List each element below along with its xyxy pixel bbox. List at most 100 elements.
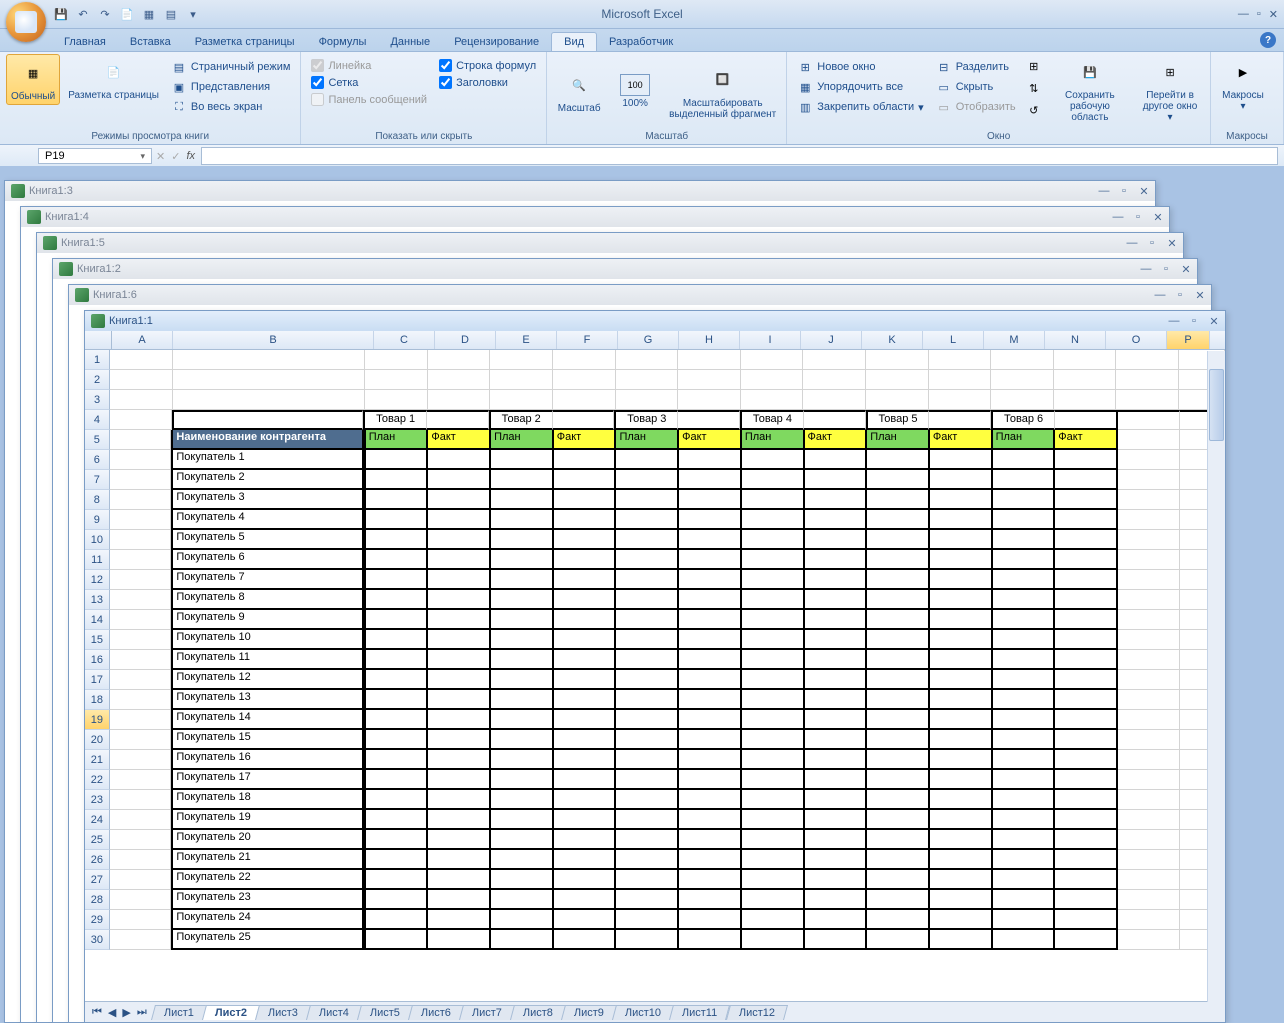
cell[interactable] xyxy=(867,570,930,590)
row-header[interactable]: 16 xyxy=(85,650,110,670)
cell[interactable] xyxy=(930,810,993,830)
column-header[interactable]: C xyxy=(374,331,435,349)
cell[interactable] xyxy=(866,390,929,410)
cell[interactable] xyxy=(110,390,173,410)
cell[interactable] xyxy=(1055,690,1118,710)
cell[interactable] xyxy=(1054,370,1117,390)
cell[interactable] xyxy=(110,590,172,610)
cell[interactable] xyxy=(1118,870,1180,890)
print-preview-icon[interactable]: ▤ xyxy=(162,5,180,23)
arrange-all-button[interactable]: ▦Упорядочить все xyxy=(793,78,927,96)
cell[interactable] xyxy=(491,530,554,550)
cell[interactable] xyxy=(1055,750,1118,770)
cell[interactable] xyxy=(805,490,868,510)
child-minimize-icon[interactable]: — xyxy=(1167,314,1181,328)
row-header[interactable]: 1 xyxy=(85,350,110,370)
cell[interactable] xyxy=(742,570,805,590)
cell[interactable] xyxy=(804,410,866,430)
ruler-checkbox[interactable]: Линейка xyxy=(307,58,431,73)
cell[interactable] xyxy=(110,710,172,730)
cell[interactable] xyxy=(428,630,491,650)
cell[interactable] xyxy=(428,750,491,770)
cell[interactable] xyxy=(1055,770,1118,790)
cell[interactable] xyxy=(679,770,742,790)
cell[interactable] xyxy=(364,750,429,770)
child-minimize-icon[interactable]: — xyxy=(1097,184,1111,198)
cell[interactable] xyxy=(554,870,617,890)
ribbon-tab[interactable]: Вставка xyxy=(118,33,183,51)
cell[interactable] xyxy=(1055,590,1118,610)
cell[interactable]: Покупатель 14 xyxy=(171,710,363,730)
cell[interactable] xyxy=(616,450,679,470)
cell[interactable] xyxy=(993,710,1056,730)
cell[interactable] xyxy=(742,690,805,710)
sheet-tab[interactable]: Лист2 xyxy=(202,1005,260,1020)
cell[interactable] xyxy=(805,750,868,770)
cell[interactable] xyxy=(929,390,992,410)
fx-enter-icon[interactable]: ✓ xyxy=(171,150,180,163)
cell[interactable] xyxy=(428,810,491,830)
cell[interactable] xyxy=(678,370,741,390)
cell[interactable] xyxy=(867,790,930,810)
cell[interactable] xyxy=(742,490,805,510)
cell[interactable] xyxy=(930,870,993,890)
cell[interactable] xyxy=(867,690,930,710)
row-header[interactable]: 4 xyxy=(85,410,110,430)
cell[interactable] xyxy=(1055,810,1118,830)
cell[interactable] xyxy=(364,830,429,850)
cell[interactable] xyxy=(805,770,868,790)
cell[interactable] xyxy=(930,930,993,950)
cell[interactable] xyxy=(110,890,172,910)
cell[interactable] xyxy=(867,810,930,830)
cell[interactable] xyxy=(1118,830,1180,850)
cell[interactable] xyxy=(930,850,993,870)
cell[interactable] xyxy=(428,590,491,610)
cell[interactable]: Покупатель 1 xyxy=(171,450,363,470)
new-icon[interactable]: 📄 xyxy=(118,5,136,23)
cell[interactable] xyxy=(554,530,617,550)
cell[interactable] xyxy=(993,730,1056,750)
cell[interactable] xyxy=(1055,670,1118,690)
cell[interactable] xyxy=(742,550,805,570)
macros-button[interactable]: ▶Макросы▾ xyxy=(1217,54,1269,114)
cell[interactable]: План xyxy=(364,430,429,450)
cell[interactable]: Покупатель 4 xyxy=(171,510,363,530)
formula-bar-checkbox[interactable]: Строка формул xyxy=(435,58,540,73)
cell[interactable] xyxy=(742,750,805,770)
cell[interactable] xyxy=(110,790,172,810)
cell[interactable] xyxy=(679,850,742,870)
cell[interactable] xyxy=(110,750,172,770)
cell[interactable] xyxy=(616,350,679,370)
cell[interactable] xyxy=(678,390,741,410)
row-header[interactable]: 9 xyxy=(85,510,110,530)
cell[interactable] xyxy=(428,930,491,950)
cell[interactable] xyxy=(110,410,172,430)
cell[interactable] xyxy=(930,490,993,510)
sheet-tab[interactable]: Лист6 xyxy=(408,1005,464,1020)
cell[interactable] xyxy=(172,410,364,430)
close-button[interactable]: ✕ xyxy=(1269,8,1278,21)
cell[interactable] xyxy=(365,390,428,410)
fx-cancel-icon[interactable]: ✕ xyxy=(156,150,165,163)
cell[interactable] xyxy=(428,670,491,690)
cell[interactable] xyxy=(930,710,993,730)
cell[interactable] xyxy=(364,930,429,950)
column-header[interactable]: H xyxy=(679,331,740,349)
cell[interactable] xyxy=(679,910,742,930)
cell[interactable] xyxy=(1118,790,1180,810)
cell[interactable] xyxy=(616,650,679,670)
custom-views-button[interactable]: ▣Представления xyxy=(167,78,295,96)
cell[interactable] xyxy=(364,610,429,630)
cell[interactable] xyxy=(1118,470,1180,490)
child-maximize-icon[interactable]: ▫ xyxy=(1173,288,1187,302)
cell[interactable] xyxy=(930,650,993,670)
cell[interactable] xyxy=(364,530,429,550)
cell[interactable] xyxy=(742,810,805,830)
cell[interactable] xyxy=(491,890,554,910)
sheet-tab[interactable]: Лист3 xyxy=(255,1005,311,1020)
cell[interactable] xyxy=(679,530,742,550)
cell[interactable] xyxy=(993,450,1056,470)
cell[interactable] xyxy=(1055,550,1118,570)
cell[interactable] xyxy=(993,870,1056,890)
cell[interactable] xyxy=(805,710,868,730)
